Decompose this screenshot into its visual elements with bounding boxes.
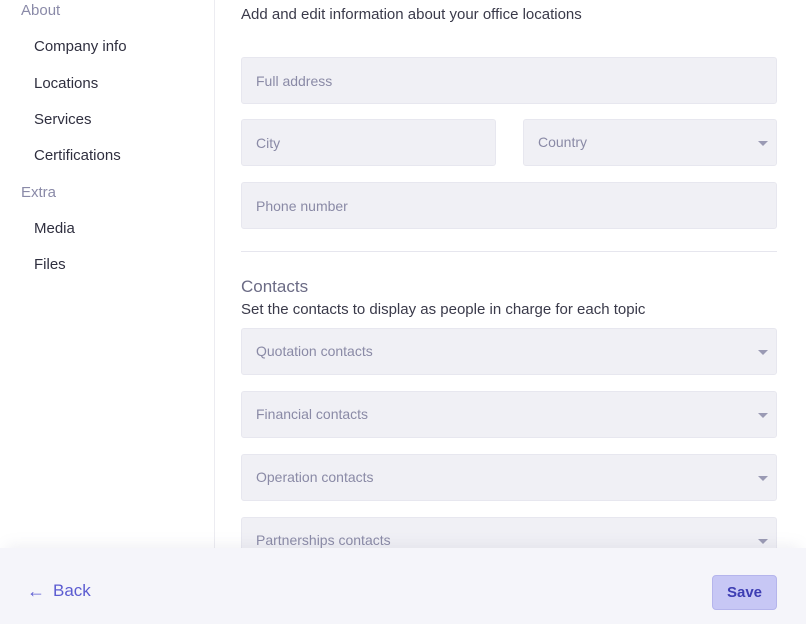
contacts-title: Contacts: [241, 277, 309, 296]
city-input[interactable]: [242, 120, 495, 165]
sidebar-section-extra: Extra: [21, 184, 57, 201]
sidebar-section-about: About: [21, 2, 61, 19]
phone-input[interactable]: [242, 183, 776, 228]
country-placeholder: Country: [538, 134, 588, 150]
sidebar-item-services[interactable]: Services: [34, 111, 92, 128]
full-address-input[interactable]: [242, 58, 776, 103]
chevron-down-icon: [758, 141, 768, 146]
quotation-contacts-placeholder: Quotation contacts: [256, 343, 373, 359]
footer-bar: ← Back Save: [0, 548, 806, 624]
chevron-down-icon: [758, 413, 768, 418]
back-button[interactable]: ← Back: [27, 581, 91, 601]
partnerships-contacts-placeholder: Partnerships contacts: [256, 532, 391, 548]
sidebar-item-locations[interactable]: Locations: [34, 75, 98, 92]
sidebar-item-files[interactable]: Files: [34, 256, 66, 273]
phone-field: [241, 182, 777, 229]
country-select[interactable]: Country: [523, 119, 777, 166]
back-label: Back: [53, 581, 91, 600]
chevron-down-icon: [758, 350, 768, 355]
locations-form: Add and edit information about your offi…: [241, 0, 777, 564]
full-address-field: [241, 57, 777, 104]
chevron-down-icon: [758, 476, 768, 481]
contacts-subtitle: Set the contacts to display as people in…: [241, 301, 646, 318]
section-divider: [241, 251, 777, 252]
financial-contacts-select[interactable]: Financial contacts: [241, 391, 777, 438]
sidebar: About Company info Locations Services Ce…: [0, 0, 215, 548]
sidebar-item-certifications[interactable]: Certifications: [34, 147, 121, 164]
sidebar-item-media[interactable]: Media: [34, 220, 75, 237]
locations-intro: Add and edit information about your offi…: [241, 6, 582, 23]
operation-contacts-placeholder: Operation contacts: [256, 469, 374, 485]
financial-contacts-placeholder: Financial contacts: [256, 406, 369, 422]
quotation-contacts-select[interactable]: Quotation contacts: [241, 328, 777, 375]
arrow-left-icon: ←: [27, 581, 45, 601]
chevron-down-icon: [758, 539, 768, 544]
sidebar-item-company-info[interactable]: Company info: [34, 38, 127, 55]
operation-contacts-select[interactable]: Operation contacts: [241, 454, 777, 501]
city-field: [241, 119, 496, 166]
save-button[interactable]: Save: [712, 575, 777, 610]
